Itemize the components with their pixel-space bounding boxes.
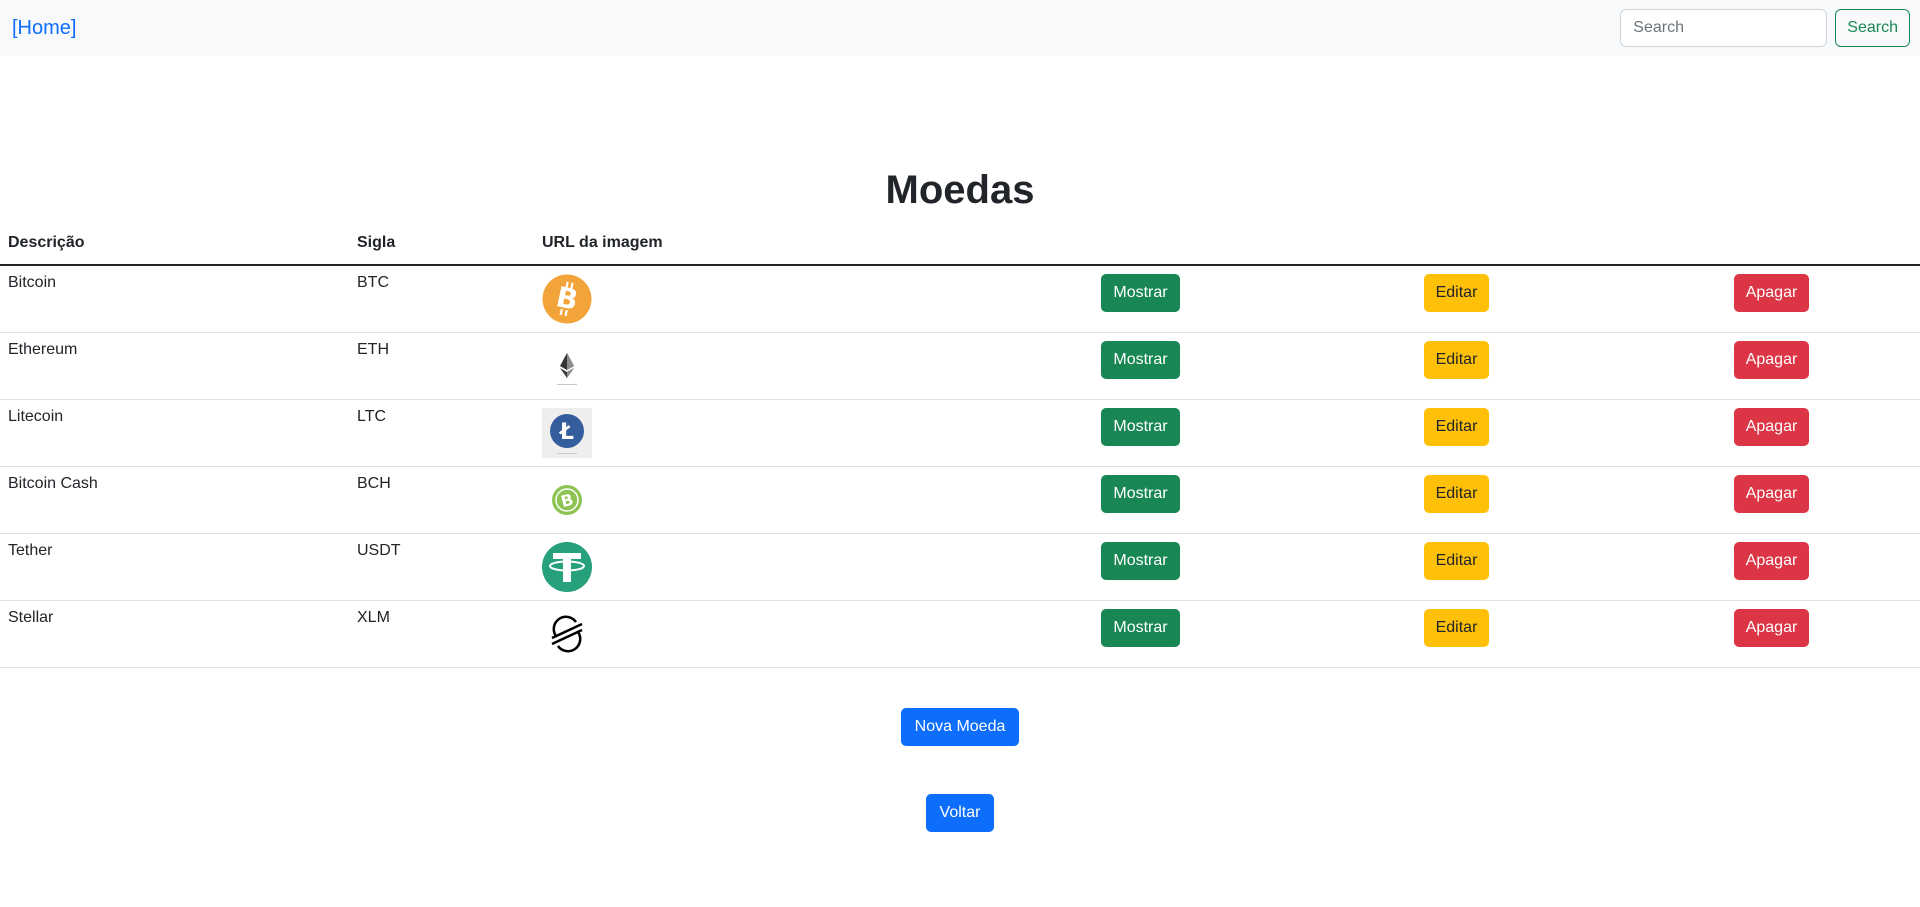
cell-image: B xyxy=(534,265,991,333)
cell-descricao: Bitcoin xyxy=(0,265,349,333)
cell-apagar: Apagar xyxy=(1623,533,1920,601)
cell-sigla: USDT xyxy=(349,533,534,601)
apagar-button[interactable]: Apagar xyxy=(1733,542,1810,580)
cell-descricao: Bitcoin Cash xyxy=(0,466,349,534)
cell-editar: Editar xyxy=(1290,265,1623,333)
cell-apagar: Apagar xyxy=(1623,399,1920,467)
header-empty xyxy=(1290,228,1623,266)
cell-image: Ł xyxy=(534,399,991,467)
bitcoin-logo-icon: B xyxy=(542,274,592,324)
tether-logo-icon xyxy=(542,542,592,592)
mostrar-button[interactable]: Mostrar xyxy=(1101,341,1180,379)
apagar-button[interactable]: Apagar xyxy=(1733,274,1810,312)
cell-image xyxy=(534,533,991,601)
apagar-button[interactable]: Apagar xyxy=(1733,408,1810,446)
mostrar-button[interactable]: Mostrar xyxy=(1101,408,1180,446)
header-sigla: Sigla xyxy=(349,228,534,266)
navbar: [Home] Search xyxy=(0,0,1920,56)
nova-moeda-button[interactable]: Nova Moeda xyxy=(901,708,1019,746)
cell-apagar: Apagar xyxy=(1623,332,1920,400)
table-row: Bitcoin Cash BCH B Mostrar Editar Apagar xyxy=(0,466,1920,534)
cell-descricao: Litecoin xyxy=(0,399,349,467)
cell-editar: Editar xyxy=(1290,533,1623,601)
search-input[interactable] xyxy=(1620,9,1828,47)
table-row: Stellar XLM Mostrar Editar Apagar xyxy=(0,600,1920,668)
editar-button[interactable]: Editar xyxy=(1423,609,1490,647)
mostrar-button[interactable]: Mostrar xyxy=(1101,274,1180,312)
table-row: Bitcoin BTC B Mostrar Editar Apagar xyxy=(0,265,1920,333)
cell-sigla: BTC xyxy=(349,265,534,333)
apagar-button[interactable]: Apagar xyxy=(1733,609,1810,647)
header-empty xyxy=(991,228,1290,266)
ethereum-logo-icon xyxy=(542,341,592,391)
cell-image xyxy=(534,600,991,668)
editar-button[interactable]: Editar xyxy=(1423,408,1490,446)
cell-image: B xyxy=(534,466,991,534)
home-link[interactable]: [Home] xyxy=(12,17,76,40)
mostrar-button[interactable]: Mostrar xyxy=(1101,609,1180,647)
cell-sigla: BCH xyxy=(349,466,534,534)
cell-sigla: XLM xyxy=(349,600,534,668)
mostrar-button[interactable]: Mostrar xyxy=(1101,542,1180,580)
cell-sigla: LTC xyxy=(349,399,534,467)
cell-editar: Editar xyxy=(1290,600,1623,668)
cell-mostrar: Mostrar xyxy=(991,265,1290,333)
mostrar-button[interactable]: Mostrar xyxy=(1101,475,1180,513)
editar-button[interactable]: Editar xyxy=(1423,475,1490,513)
cell-mostrar: Mostrar xyxy=(991,466,1290,534)
page-title: Moedas xyxy=(885,168,1035,212)
header-empty xyxy=(1623,228,1920,266)
table-row: Ethereum ETH Mostrar Editar Apagar xyxy=(0,332,1920,400)
cell-apagar: Apagar xyxy=(1623,466,1920,534)
bitcoin-cash-logo-icon: B xyxy=(542,475,592,525)
cell-editar: Editar xyxy=(1290,332,1623,400)
cell-descricao: Stellar xyxy=(0,600,349,668)
table-row: Litecoin LTC Ł Mostrar Editar Apagar xyxy=(0,399,1920,467)
cell-mostrar: Mostrar xyxy=(991,399,1290,467)
coins-table: Descrição Sigla URL da imagem Bitcoin BT… xyxy=(0,228,1920,668)
cell-descricao: Tether xyxy=(0,533,349,601)
editar-button[interactable]: Editar xyxy=(1423,341,1490,379)
header-descricao: Descrição xyxy=(0,228,349,266)
table-row: Tether USDT Mostrar Editar Apagar xyxy=(0,533,1920,601)
editar-button[interactable]: Editar xyxy=(1423,274,1490,312)
svg-text:Ł: Ł xyxy=(559,420,574,445)
search-form: Search xyxy=(1620,9,1910,47)
cell-mostrar: Mostrar xyxy=(991,533,1290,601)
cell-image xyxy=(534,332,991,400)
cell-mostrar: Mostrar xyxy=(991,600,1290,668)
cell-descricao: Ethereum xyxy=(0,332,349,400)
litecoin-logo-icon: Ł xyxy=(542,408,592,458)
cell-mostrar: Mostrar xyxy=(991,332,1290,400)
stellar-logo-icon xyxy=(542,609,592,659)
apagar-button[interactable]: Apagar xyxy=(1733,475,1810,513)
voltar-button[interactable]: Voltar xyxy=(926,794,994,832)
cell-apagar: Apagar xyxy=(1623,600,1920,668)
table-header-row: Descrição Sigla URL da imagem xyxy=(0,228,1920,266)
editar-button[interactable]: Editar xyxy=(1423,542,1490,580)
cell-apagar: Apagar xyxy=(1623,265,1920,333)
apagar-button[interactable]: Apagar xyxy=(1733,341,1810,379)
cell-editar: Editar xyxy=(1290,399,1623,467)
cell-sigla: ETH xyxy=(349,332,534,400)
cell-editar: Editar xyxy=(1290,466,1623,534)
search-button[interactable]: Search xyxy=(1835,9,1910,47)
header-url-imagem: URL da imagem xyxy=(534,228,991,266)
